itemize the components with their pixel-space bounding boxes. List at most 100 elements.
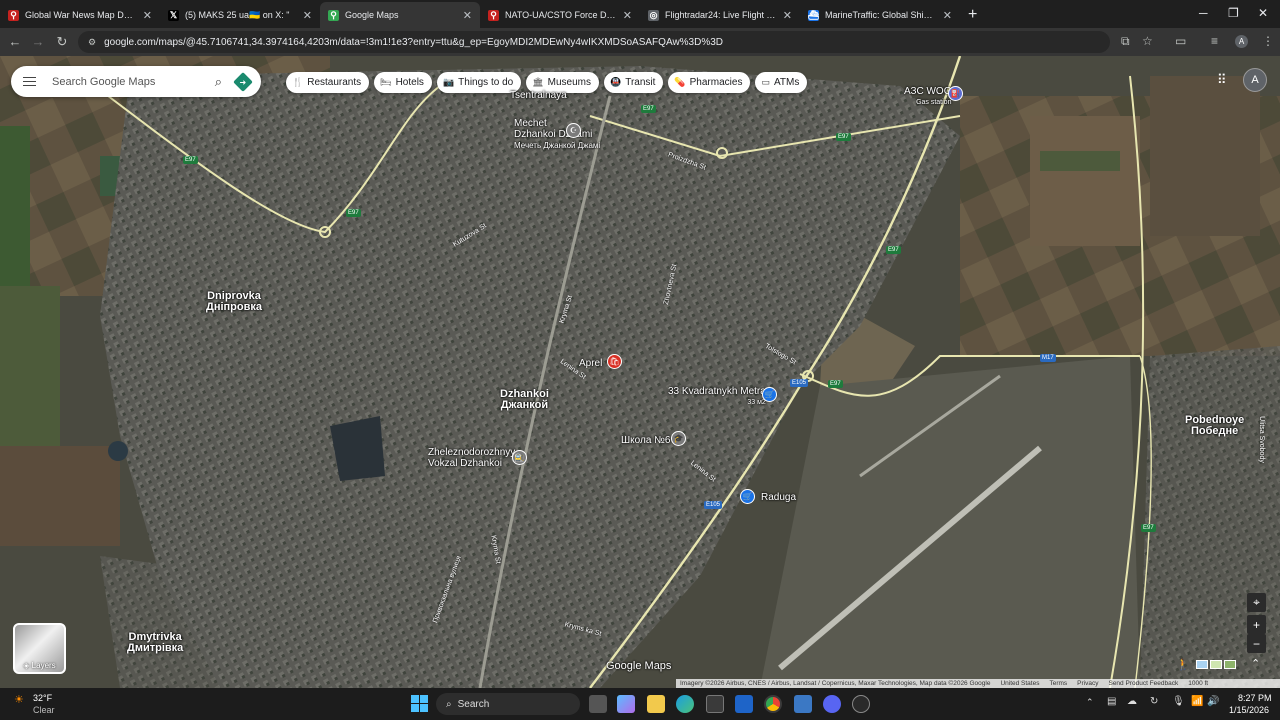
chip-transit[interactable]: 🚇 Transit: [604, 72, 664, 93]
close-window-icon[interactable]: ✕: [1258, 6, 1268, 20]
gas-station-pin-icon[interactable]: ⛽: [948, 86, 963, 101]
app-icon[interactable]: [794, 695, 812, 713]
mail-icon[interactable]: [735, 695, 753, 713]
restore-icon[interactable]: ❐: [1228, 6, 1239, 20]
map-pin-icon: ⚲: [328, 9, 339, 21]
place-label-dzhankoi[interactable]: Dzhankoi Джанкой: [500, 389, 549, 411]
close-icon[interactable]: ✕: [783, 9, 792, 22]
tab[interactable]: ⚲Global War News Map Day 1425✕: [0, 2, 160, 28]
edge-icon[interactable]: [676, 695, 694, 713]
store-pin-icon[interactable]: 🛒: [762, 387, 777, 402]
weather-desc[interactable]: Clear: [33, 705, 55, 715]
store-icon[interactable]: [706, 695, 724, 713]
omnibox[interactable]: ⚙ google.com/maps/@45.7106741,34.3974164…: [78, 31, 1110, 53]
tab-google-maps[interactable]: ⚲ Google Maps ✕: [320, 2, 480, 28]
search-box[interactable]: Search Google Maps ⌕ ➜: [11, 66, 261, 97]
tray-icon[interactable]: ☁: [1127, 696, 1137, 707]
shopping-pin-icon[interactable]: 🛍: [607, 354, 622, 369]
forward-icon[interactable]: →: [26, 34, 50, 49]
place-label-aprel[interactable]: Aprel: [579, 358, 602, 369]
place-label-dniprovka[interactable]: Dniprovka Дніпровка: [206, 291, 262, 313]
apps-grid-icon[interactable]: ⠿: [1217, 72, 1227, 88]
app-icon[interactable]: [852, 695, 870, 713]
directions-icon[interactable]: ➜: [233, 71, 253, 92]
reload-icon[interactable]: ↻: [50, 34, 74, 50]
chip-restaurants[interactable]: 🍴 Restaurants: [286, 72, 370, 93]
tab[interactable]: ◎Flightradar24: Live Flight Tracker✕: [640, 2, 800, 28]
close-icon[interactable]: ✕: [303, 9, 312, 22]
tray-icon[interactable]: ▤: [1107, 696, 1116, 707]
back-icon[interactable]: ←: [3, 34, 27, 49]
url-text[interactable]: google.com/maps/@45.7106741,34.3974164,4…: [104, 37, 723, 48]
place-label-pobednoye[interactable]: Pobednoye Победне: [1185, 415, 1244, 437]
tab[interactable]: 𝕏 (5) MAKS 25 ua🇺🇦 on X: " ✕: [160, 2, 320, 28]
new-tab-button[interactable]: +: [968, 6, 977, 24]
satellite-map[interactable]: Search Google Maps ⌕ ➜ 🍴 Restaurants 🛏 Hot…: [0, 56, 1280, 688]
wifi-icon[interactable]: 📶: [1191, 696, 1203, 707]
map-thumbnail-icon[interactable]: [1196, 660, 1208, 669]
clock-time[interactable]: 8:27 PM: [1238, 693, 1272, 703]
volume-icon[interactable]: 🔊: [1207, 696, 1219, 707]
close-icon[interactable]: ✕: [623, 9, 632, 22]
place-label-school[interactable]: Школа №6: [621, 435, 670, 446]
place-label-vokzal[interactable]: Zheleznodorozhnyy Vokzal Dzhankoi: [428, 447, 515, 469]
scale-bar[interactable]: 1000 ft: [1188, 680, 1208, 687]
taskbar-search[interactable]: ⌕ Search: [436, 693, 580, 715]
feedback-link[interactable]: Send Product Feedback: [1108, 680, 1178, 687]
kebab-menu-icon[interactable]: ⋮: [1262, 34, 1274, 48]
place-label-mechet[interactable]: Mechet Dzhankoi Dzhami Мечеть Джанкой Джам…: [514, 118, 600, 151]
mosque-pin-icon[interactable]: ☪: [566, 123, 581, 138]
pegman-icon[interactable]: 🚶: [1176, 658, 1190, 671]
hamburger-menu-icon[interactable]: [23, 74, 36, 89]
school-pin-icon[interactable]: 🎓: [671, 431, 686, 446]
close-icon[interactable]: ✕: [943, 9, 952, 22]
region-link[interactable]: United States: [1000, 680, 1039, 687]
tab[interactable]: ⛴MarineTraffic: Global Ship Tracking✕: [800, 2, 960, 28]
minimize-icon[interactable]: ─: [1199, 6, 1208, 20]
satellite-thumbnail-icon[interactable]: [1224, 660, 1236, 669]
my-location-icon[interactable]: ⌖: [1247, 593, 1266, 612]
tab[interactable]: ⚲NATO-UA/CSTO Force Disposition✕: [480, 2, 640, 28]
terrain-thumbnail-icon[interactable]: [1210, 660, 1222, 669]
search-input[interactable]: Search Google Maps: [52, 76, 215, 88]
media-icon[interactable]: ≡: [1211, 34, 1218, 48]
expand-icon[interactable]: ⌃: [1251, 657, 1260, 670]
chevron-up-icon[interactable]: ⌃: [1086, 697, 1094, 708]
tray-icon[interactable]: ↻: [1150, 696, 1158, 707]
terms-link[interactable]: Terms: [1049, 680, 1067, 687]
search-icon[interactable]: ⌕: [215, 74, 222, 90]
close-icon[interactable]: ✕: [143, 9, 152, 22]
cast-icon[interactable]: ⧉: [1121, 34, 1130, 49]
chrome-icon[interactable]: [764, 695, 782, 713]
zoom-in-button[interactable]: +: [1247, 615, 1266, 634]
weather-temp[interactable]: 32°F: [33, 693, 52, 703]
discord-icon[interactable]: [823, 695, 841, 713]
zoom-out-button[interactable]: −: [1247, 634, 1266, 653]
chip-hotels[interactable]: 🛏 Hotels: [374, 72, 432, 93]
road-shield: E105: [704, 501, 723, 509]
place-label-33-metra[interactable]: 33 Kvadratnykh Metra 33 м2: [668, 386, 766, 408]
place-label-dmytrivka[interactable]: Dmytrivka Дмитрівка: [127, 632, 183, 654]
site-info-icon[interactable]: ⚙: [88, 37, 96, 48]
file-explorer-icon[interactable]: [647, 695, 665, 713]
train-station-pin-icon[interactable]: 🚉: [512, 450, 527, 465]
close-icon[interactable]: ✕: [463, 9, 472, 22]
copilot-icon[interactable]: [617, 695, 635, 713]
windows-start-icon[interactable]: [411, 695, 428, 712]
microphone-icon[interactable]: 🎙: [1172, 696, 1185, 707]
place-label[interactable]: Tsentralnaya: [510, 90, 567, 101]
side-panel-icon[interactable]: ▭: [1175, 34, 1186, 48]
place-label-azs[interactable]: АЗС WOG Gas station: [904, 86, 951, 108]
bookmark-star-icon[interactable]: ☆: [1142, 34, 1153, 48]
place-label-raduga[interactable]: Raduga: [761, 492, 796, 503]
chip-things-to-do[interactable]: 📷 Things to do: [436, 72, 522, 93]
chip-atms[interactable]: ▭ ATMs: [755, 72, 808, 93]
shop-pin-icon[interactable]: 🛒: [740, 489, 755, 504]
task-view-icon[interactable]: [589, 695, 607, 713]
profile-avatar[interactable]: A: [1235, 35, 1248, 48]
chip-pharmacies[interactable]: 💊 Pharmacies: [668, 72, 751, 93]
privacy-link[interactable]: Privacy: [1077, 680, 1098, 687]
account-avatar[interactable]: A: [1243, 68, 1267, 92]
clock-date[interactable]: 1/15/2026: [1229, 705, 1269, 715]
layers-button[interactable]: ◈ Layers: [13, 623, 66, 674]
